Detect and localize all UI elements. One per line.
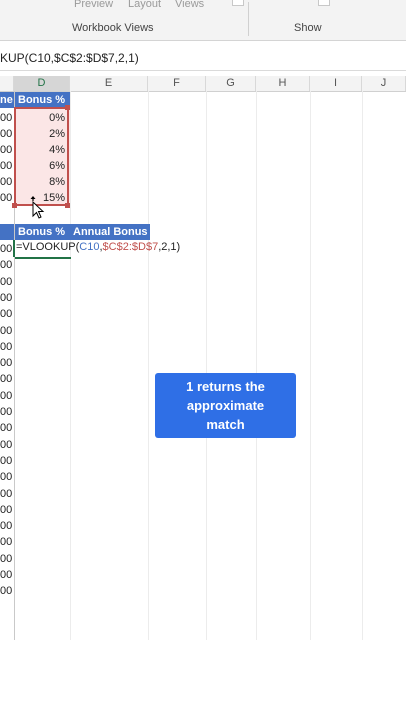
table-cell[interactable]: 00 [0, 502, 12, 518]
bonus-pct-column-header[interactable]: Bonus % [15, 224, 70, 240]
move-cursor-icon [30, 196, 45, 219]
column-header-f[interactable]: F [148, 76, 206, 91]
grid-line [148, 91, 149, 640]
page-layout-button[interactable]: Layout [128, 0, 161, 10]
table-cell[interactable]: 00 [0, 323, 12, 339]
table-cell[interactable]: 00 [0, 290, 12, 306]
table-cell[interactable]: 00 [0, 469, 12, 485]
gridlines-checkbox[interactable] [232, 0, 244, 6]
formula-function: =VLOOKUP( [16, 241, 80, 253]
column-header-j[interactable]: J [362, 76, 406, 91]
table-cell[interactable]: 00 [0, 486, 12, 502]
table-cell[interactable]: 00 [0, 339, 12, 355]
grid-line [362, 91, 363, 640]
table-cell[interactable]: 00 [0, 388, 12, 404]
callout-line: 1 returns the [186, 379, 265, 394]
column-header-g[interactable]: G [206, 76, 256, 91]
table-cell[interactable]: 00 [0, 534, 12, 550]
formula-ref-lookup-value: C10 [79, 241, 100, 253]
grid-line [310, 91, 311, 640]
bonus-pct-header[interactable]: Bonus % [15, 92, 70, 108]
formula-bar[interactable]: KUP(C10,$C$2:$D$7,2,1) [0, 46, 406, 71]
formula-ref-table-array: $C$2:$D$7 [102, 241, 159, 253]
table-cell[interactable]: 00 [0, 404, 12, 420]
formula-in-cell[interactable]: =VLOOKUP(C10,$C$2:$D$7,2,1) [16, 241, 180, 253]
range-resize-handle[interactable] [12, 203, 17, 208]
table-cell[interactable]: 00 [0, 355, 12, 371]
column-header-i[interactable]: I [310, 76, 362, 91]
annotation-callout: 1 returns the approximate match [155, 373, 296, 438]
formula-bar-text: KUP(C10,$C$2:$D$7,2,1) [0, 51, 139, 65]
table-cell[interactable]: 00 [0, 142, 12, 158]
table-cell[interactable]: 00 [0, 371, 12, 387]
table-cell[interactable]: 00 [0, 453, 12, 469]
table-cell[interactable]: 00 [0, 174, 12, 190]
range-resize-handle[interactable] [65, 105, 70, 110]
page-break-preview-button[interactable]: Preview [74, 0, 113, 10]
table-cell[interactable]: 00 [0, 158, 12, 174]
table-cell[interactable]: 00 [0, 241, 12, 257]
formula-args: ,2,1) [158, 241, 181, 253]
column-headers: D E F G H I J [0, 76, 406, 92]
table-cell[interactable]: 00 [0, 583, 12, 599]
ribbon: Preview Layout Views Workbook Views Show [0, 0, 406, 41]
column-header-e[interactable]: E [70, 76, 148, 91]
table-cell[interactable]: 00 [0, 567, 12, 583]
formula-reference-border [14, 107, 69, 206]
annual-bonus-column-header[interactable]: Annual Bonus [70, 224, 150, 240]
table-cell[interactable]: 00 [0, 518, 12, 534]
table-cell[interactable]: 00 [0, 420, 12, 436]
callout-line: approximate [186, 398, 265, 413]
grid-line [256, 91, 257, 640]
table-cell[interactable]: 00 [0, 126, 12, 142]
table-cell[interactable]: 00 [0, 306, 12, 322]
callout-line: match [206, 417, 245, 432]
ribbon-divider [248, 2, 249, 36]
headings-checkbox[interactable] [318, 0, 330, 6]
table-cell[interactable]: 00 [0, 257, 12, 273]
table-header-cell[interactable]: ne [0, 92, 14, 108]
table-cell[interactable]: 00 [0, 190, 12, 206]
workbook-views-group-label: Workbook Views [72, 22, 154, 34]
column-header-h[interactable]: H [256, 76, 310, 91]
table-cell[interactable]: 00 [0, 110, 12, 126]
active-cell-edge [13, 240, 15, 257]
show-group-label: Show [294, 22, 322, 34]
table-cell[interactable]: 00 [0, 437, 12, 453]
table-header-cell[interactable] [0, 224, 14, 240]
grid-line [70, 91, 71, 640]
range-resize-handle[interactable] [65, 203, 70, 208]
grid-line [206, 91, 207, 640]
column-header-d[interactable]: D [14, 76, 70, 91]
table-cell[interactable]: 00 [0, 274, 12, 290]
table-cell[interactable]: 00 [0, 551, 12, 567]
column-header-c[interactable] [0, 76, 14, 91]
custom-views-button[interactable]: Views [175, 0, 204, 10]
